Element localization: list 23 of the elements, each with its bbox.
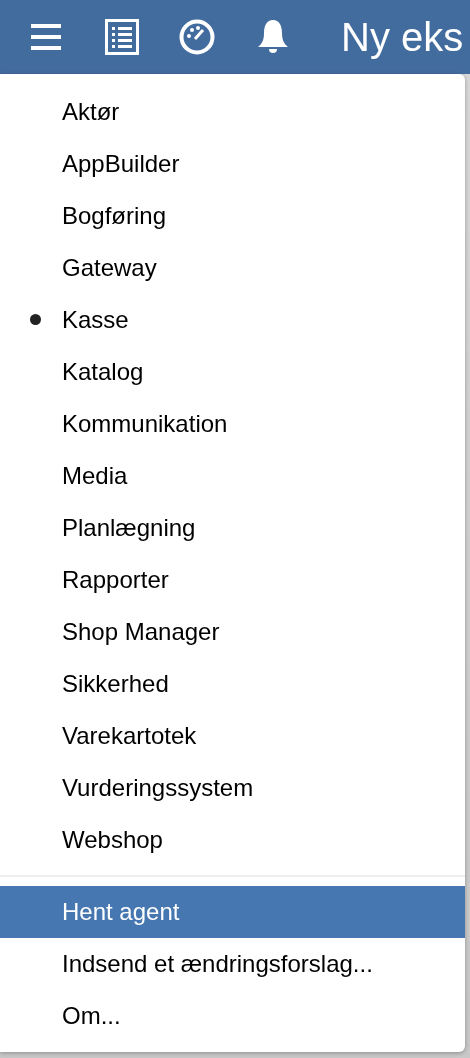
menu-item[interactable]: Kommunikation: [0, 398, 465, 450]
menu-item[interactable]: Bogføring: [0, 190, 465, 242]
menu-item[interactable]: Webshop: [0, 814, 465, 866]
bell-icon[interactable]: [257, 19, 289, 55]
menu-item[interactable]: Gateway: [0, 242, 465, 294]
menu-item[interactable]: Vurderingssystem: [0, 762, 465, 814]
menu-item[interactable]: Hent agent: [0, 886, 465, 938]
menu-item[interactable]: Katalog: [0, 346, 465, 398]
menu-item[interactable]: Varekartotek: [0, 710, 465, 762]
menu-item[interactable]: Om...: [0, 990, 465, 1042]
menu-item[interactable]: Planlægning: [0, 502, 465, 554]
menu-item[interactable]: Shop Manager: [0, 606, 465, 658]
gauge-icon[interactable]: [179, 19, 215, 55]
menu-icon[interactable]: [31, 22, 61, 52]
menu-item[interactable]: Aktør: [0, 86, 465, 138]
menu-item[interactable]: Kasse: [0, 294, 465, 346]
page-title: Ny eks: [341, 14, 464, 60]
menu-item[interactable]: Sikkerhed: [0, 658, 465, 710]
menu-item[interactable]: Rapporter: [0, 554, 465, 606]
menu-item[interactable]: AppBuilder: [0, 138, 465, 190]
list-icon[interactable]: [105, 19, 139, 55]
menu-item[interactable]: Indsend et ændringsforslag...: [0, 938, 465, 990]
menu-item[interactable]: Media: [0, 450, 465, 502]
